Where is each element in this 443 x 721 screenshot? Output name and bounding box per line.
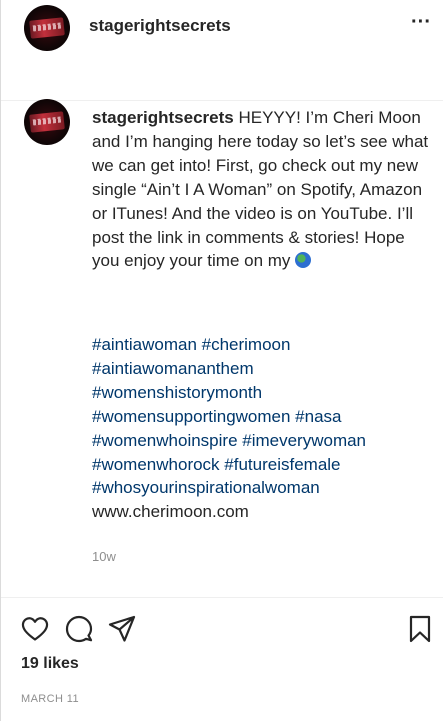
hashtag-line[interactable]: #womensupportingwomen #nasa (92, 405, 366, 429)
comment-icon[interactable] (64, 614, 94, 644)
share-icon[interactable] (107, 614, 137, 644)
hashtag-line[interactable]: #whosyourinspirationalwoman (92, 476, 366, 500)
caption-avatar[interactable] (24, 99, 70, 145)
caption-username[interactable]: stagerightsecrets (92, 108, 234, 127)
avatar[interactable] (24, 5, 70, 51)
caption-body: HEYYY! I’m Cheri Moon and I’m hanging he… (92, 108, 429, 271)
website-text: www.cherimoon.com (92, 502, 249, 522)
header-username[interactable]: stagerightsecrets (89, 16, 231, 36)
post-date: MARCH 11 (21, 693, 80, 705)
heart-icon[interactable] (20, 614, 50, 644)
hashtag-line[interactable]: #womenwhorock #futureisfemale (92, 453, 366, 477)
post-header: stagerightsecrets ··· (1, 0, 443, 101)
likes-count[interactable]: 19 likes (21, 655, 79, 673)
instagram-post: stagerightsecrets ··· stagerightsecrets … (0, 0, 443, 721)
post-actions: 19 likes MARCH 11 (1, 597, 443, 721)
bookmark-icon[interactable] (405, 614, 435, 644)
post-timestamp[interactable]: 10w (92, 549, 116, 564)
hashtag-line[interactable]: #womenshistorymonth (92, 381, 366, 405)
hashtag-line[interactable]: #aintiawoman #cherimoon (92, 333, 366, 357)
hashtag-line[interactable]: #aintiawomananthem (92, 357, 366, 381)
hashtag-line[interactable]: #womenwhoinspire #imeverywoman (92, 429, 366, 453)
caption-text: stagerightsecrets HEYYY! I’m Cheri Moon … (92, 106, 432, 273)
hashtag-list: #aintiawoman #cherimoon #aintiawomananth… (92, 333, 366, 524)
more-options-icon[interactable]: ··· (406, 10, 436, 34)
globe-emoji-icon (295, 252, 312, 269)
